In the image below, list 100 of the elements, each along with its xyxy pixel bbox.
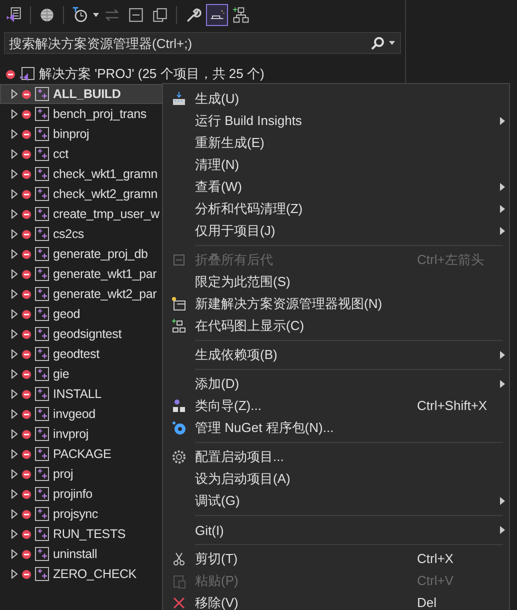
project-icon <box>35 87 49 101</box>
project-label[interactable]: cs2cs <box>53 227 84 241</box>
menu-item[interactable]: 仅用于项目(J) <box>163 220 509 242</box>
project-icon <box>35 187 49 201</box>
error-dot-icon <box>22 230 31 238</box>
project-label[interactable]: check_wkt2_gramn <box>53 187 158 201</box>
project-label[interactable]: binproj <box>53 127 90 141</box>
project-label[interactable]: invproj <box>53 427 88 441</box>
project-icon <box>35 227 49 241</box>
wrench-icon <box>184 6 202 24</box>
menu-item[interactable]: 清理(N) <box>163 154 509 176</box>
project-label[interactable]: projinfo <box>53 487 92 501</box>
project-label[interactable]: generate_wkt2_par <box>53 287 157 301</box>
project-label[interactable]: projsync <box>53 507 98 521</box>
project-icon <box>35 327 49 341</box>
error-dot-icon <box>22 310 31 318</box>
menu-item[interactable]: 类向导(Z)... Ctrl+Shift+X <box>163 395 509 417</box>
copy-icon <box>151 6 169 24</box>
error-dot-icon <box>22 250 31 258</box>
collapse-icon <box>171 252 187 268</box>
error-dot-icon <box>22 530 31 538</box>
project-icon <box>35 407 49 421</box>
vs-document-icon <box>5 6 23 24</box>
project-label[interactable]: create_tmp_user_w <box>53 207 160 221</box>
error-dot-icon <box>22 110 31 118</box>
error-dot-icon <box>22 410 31 418</box>
project-label[interactable]: generate_wkt1_par <box>53 267 157 281</box>
project-icon <box>35 247 49 261</box>
project-label[interactable]: PACKAGE <box>53 447 112 461</box>
project-label[interactable]: bench_proj_trans <box>53 107 146 121</box>
project-label[interactable]: gie <box>53 367 70 381</box>
project-icon <box>35 167 49 181</box>
project-icon <box>35 207 49 221</box>
menu-item[interactable]: 查看(W) <box>163 176 509 198</box>
project-label[interactable]: RUN_TESTS <box>53 527 126 541</box>
error-dot-icon <box>22 350 31 358</box>
project-label[interactable]: ALL_BUILD <box>53 87 121 101</box>
code-map-icon <box>171 318 187 334</box>
menu-item[interactable]: Git(I) <box>163 519 509 541</box>
project-icon <box>35 567 49 581</box>
menu-item[interactable]: 添加(D) <box>163 373 509 395</box>
menu-item[interactable]: 配置启动项目... <box>163 446 509 468</box>
project-label[interactable]: uninstall <box>53 547 98 561</box>
project-label[interactable]: ZERO_CHECK <box>53 567 136 581</box>
project-label[interactable]: invgeod <box>53 407 96 421</box>
error-dot-icon <box>22 450 31 458</box>
project-icon <box>35 387 49 401</box>
menu-item[interactable]: 在代码图上显示(C) <box>163 315 509 337</box>
menu-item[interactable]: 新建解决方案资源管理器视图(N) <box>163 293 509 315</box>
menu-item[interactable]: 设为启动项目(A) <box>163 468 509 490</box>
scissors-icon <box>171 551 187 567</box>
project-icon <box>35 107 49 121</box>
menu-item[interactable]: 管理 NuGet 程序包(N)... <box>163 417 509 439</box>
dropdown-caret-icon <box>93 13 99 17</box>
project-label[interactable]: geodtest <box>53 347 100 361</box>
menu-item[interactable]: 生成依赖项(B) <box>163 344 509 366</box>
project-label[interactable]: proj <box>53 467 74 481</box>
error-dot-icon <box>22 490 31 498</box>
error-dot-icon <box>22 150 31 158</box>
history-icon <box>71 6 89 24</box>
project-label[interactable]: INSTALL <box>53 387 102 401</box>
error-dot-icon <box>22 290 31 298</box>
error-dot-icon <box>22 90 31 98</box>
package-icon <box>171 420 187 436</box>
project-icon <box>35 147 49 161</box>
menu-item[interactable]: 分析和代码清理(Z) <box>163 198 509 220</box>
project-icon <box>35 547 49 561</box>
menu-item[interactable]: 限定为此范围(S) <box>163 271 509 293</box>
solution-icon <box>19 67 35 81</box>
project-icon <box>35 447 49 461</box>
project-label[interactable]: geod <box>53 307 80 321</box>
project-icon <box>35 467 49 481</box>
solution-label[interactable]: 解决方案 'PROJ' (25 个项目，共 25 个) <box>39 65 264 83</box>
error-dot-icon <box>22 370 31 378</box>
menu-item[interactable]: 剪切(T) Ctrl+X <box>163 548 509 570</box>
project-label[interactable]: geodsigntest <box>53 327 122 341</box>
project-label[interactable]: cct <box>53 147 68 161</box>
project-icon <box>35 527 49 541</box>
error-dot-icon <box>22 130 31 138</box>
clipboard-icon <box>171 573 187 589</box>
menu-item[interactable]: 重新生成(E) <box>163 132 509 154</box>
project-icon <box>35 307 49 321</box>
error-dot-icon <box>6 70 15 78</box>
globe-icon <box>38 6 56 24</box>
error-dot-icon <box>22 550 31 558</box>
project-label[interactable]: generate_proj_db <box>53 247 148 261</box>
project-label[interactable]: check_wkt1_gramn <box>53 167 158 181</box>
error-dot-icon <box>22 170 31 178</box>
project-icon <box>35 287 49 301</box>
error-dot-icon <box>22 210 31 218</box>
settings-icon <box>171 449 187 465</box>
error-dot-icon <box>22 470 31 478</box>
menu-item[interactable]: 移除(V) Del <box>163 592 509 610</box>
project-icon <box>35 347 49 361</box>
menu-item[interactable]: 生成(U) <box>163 88 509 110</box>
build-icon <box>171 91 187 107</box>
menu-item[interactable]: 调试(G) <box>163 490 509 512</box>
error-dot-icon <box>22 330 31 338</box>
menu-item[interactable]: 运行 Build Insights <box>163 110 509 132</box>
project-icon <box>35 507 49 521</box>
